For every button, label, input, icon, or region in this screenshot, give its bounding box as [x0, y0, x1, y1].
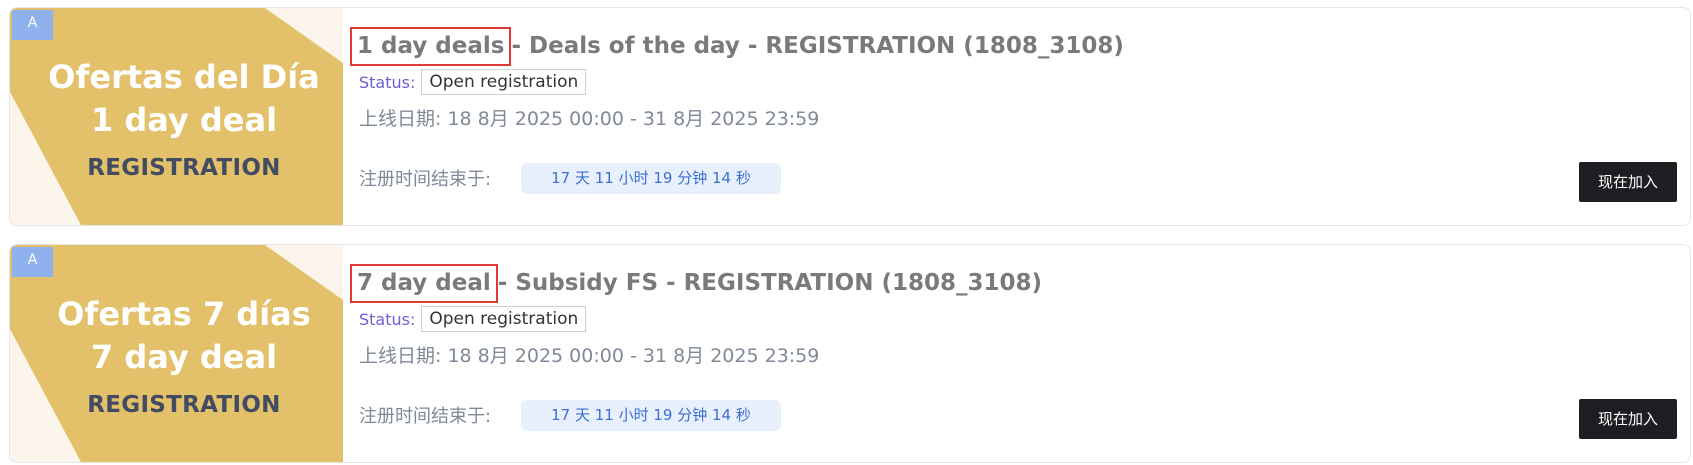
deal-badge: A: [12, 247, 53, 277]
status-row: Status: Open registration: [359, 69, 587, 97]
status-label: Status:: [359, 72, 416, 92]
countdown-timer: 17 天 11 小时 19 分钟 14 秒: [521, 163, 781, 194]
status-label: Status:: [359, 309, 416, 329]
banner-registration-line: REGISTRATION: [87, 392, 281, 418]
online-dates: 上线日期: 18 8月 2025 00:00 - 31 8月 2025 23:5…: [359, 108, 820, 130]
status-tag: Open registration: [421, 306, 587, 332]
status-tag: Open registration: [421, 69, 587, 95]
banner-title-line: Ofertas del Día: [48, 58, 320, 96]
deal-title-highlight: 1 day deals: [350, 27, 512, 66]
online-dates: 上线日期: 18 8月 2025 00:00 - 31 8月 2025 23:5…: [359, 345, 820, 367]
deal-banner-image: A Ofertas del Día 1 day deal REGISTRATIO…: [10, 8, 343, 225]
deal-banner-image: A Ofertas 7 días 7 day deal REGISTRATION: [10, 245, 343, 462]
join-now-button[interactable]: 现在加入: [1579, 399, 1677, 439]
deal-card: A Ofertas del Día 1 day deal REGISTRATIO…: [9, 7, 1691, 226]
banner-subtitle-line: 1 day deal: [90, 101, 278, 139]
join-now-button[interactable]: 现在加入: [1579, 162, 1677, 202]
banner-title-line: Ofertas 7 días: [57, 295, 311, 333]
deal-title-rest: - Subsidy FS - REGISTRATION (1808_3108): [497, 270, 1043, 296]
deal-title-highlight: 7 day deal: [350, 264, 498, 303]
banner-registration-line: REGISTRATION: [87, 155, 281, 181]
deal-title-rest: - Deals of the day - REGISTRATION (1808_…: [511, 33, 1124, 59]
deal-title[interactable]: 7 day deal - Subsidy FS - REGISTRATION (1…: [350, 264, 1043, 303]
banner-subtitle-line: 7 day deal: [90, 338, 278, 376]
countdown-timer: 17 天 11 小时 19 分钟 14 秒: [521, 400, 781, 431]
registration-end-label: 注册时间结束于:: [359, 406, 492, 427]
deal-card: A Ofertas 7 días 7 day deal REGISTRATION…: [9, 244, 1691, 463]
deal-badge: A: [12, 10, 53, 40]
deal-title[interactable]: 1 day deals - Deals of the day - REGISTRA…: [350, 27, 1124, 66]
status-row: Status: Open registration: [359, 306, 587, 334]
registration-end-label: 注册时间结束于:: [359, 169, 492, 190]
